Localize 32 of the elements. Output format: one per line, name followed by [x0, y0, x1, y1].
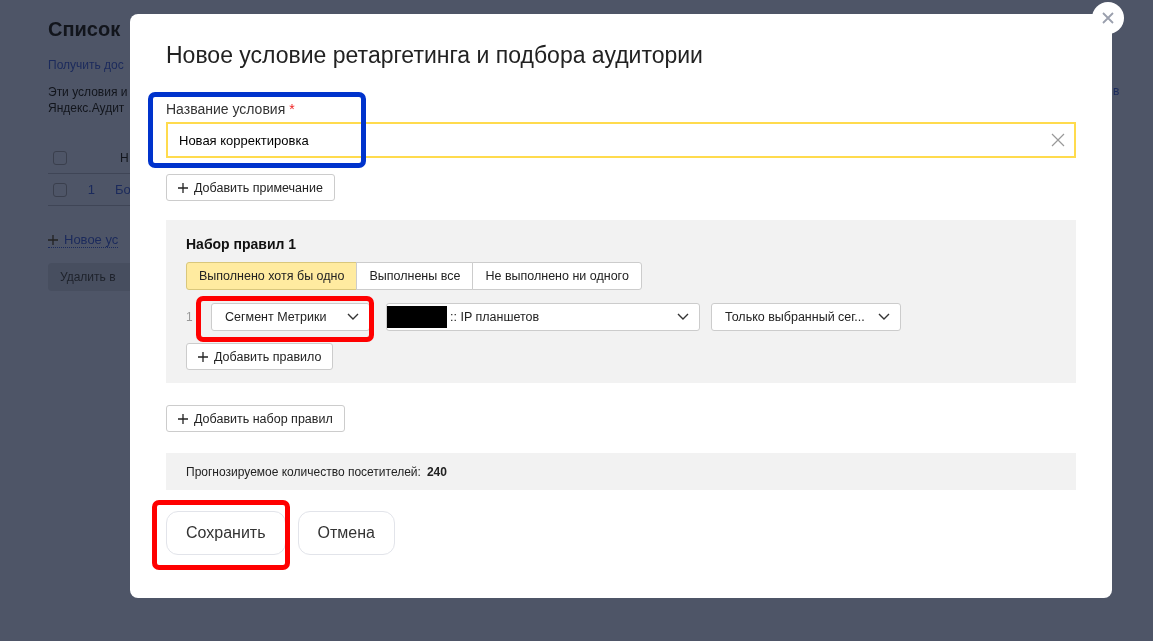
- close-icon: [1102, 12, 1114, 24]
- add-rule-button[interactable]: Добавить правило: [186, 343, 334, 370]
- name-field[interactable]: Новая корректировка: [166, 122, 1076, 158]
- clear-icon[interactable]: [1051, 133, 1065, 147]
- rule-number: 1: [186, 310, 194, 324]
- description-text: Эти условия и Яндекс.Аудит: [48, 84, 128, 116]
- plus-icon: [178, 182, 188, 193]
- plus-icon: [198, 351, 208, 362]
- rule-type-select[interactable]: Сегмент Метрики: [211, 303, 370, 331]
- mode-tab[interactable]: Выполнено хотя бы одно: [186, 262, 358, 290]
- checkbox[interactable]: [53, 150, 67, 165]
- dialog-title: Новое условие ретаргетинга и подбора аудитории: [166, 42, 704, 69]
- chevron-down-icon: [878, 313, 890, 321]
- add-note-button[interactable]: Добавить примечание: [166, 174, 335, 201]
- mode-tab[interactable]: Выполнены все: [356, 262, 474, 290]
- page-title: Список: [48, 18, 122, 41]
- field-label: Название условия *: [166, 101, 296, 117]
- cancel-button[interactable]: Отмена: [297, 511, 395, 555]
- chevron-down-icon: [677, 313, 689, 321]
- scope-select[interactable]: Только выбранный сег...: [711, 303, 901, 331]
- chevron-down-icon: [347, 313, 359, 321]
- checkbox[interactable]: [53, 182, 67, 197]
- rule-set-title: Набор правил 1: [186, 236, 298, 252]
- plus-icon: [178, 413, 188, 424]
- mode-tab[interactable]: Не выполнено ни одного: [472, 262, 642, 290]
- forecast-label: Прогнозируемое количество посетителей:: [186, 464, 421, 479]
- add-rule-set-button[interactable]: Добавить набор правил: [166, 405, 345, 432]
- forecast-value: 240: [426, 464, 447, 479]
- plus-icon: [48, 234, 58, 245]
- save-button[interactable]: Сохранить: [166, 511, 286, 555]
- segment-select[interactable]: :: IP планшетов: [386, 303, 700, 331]
- column-header: Н: [120, 150, 129, 165]
